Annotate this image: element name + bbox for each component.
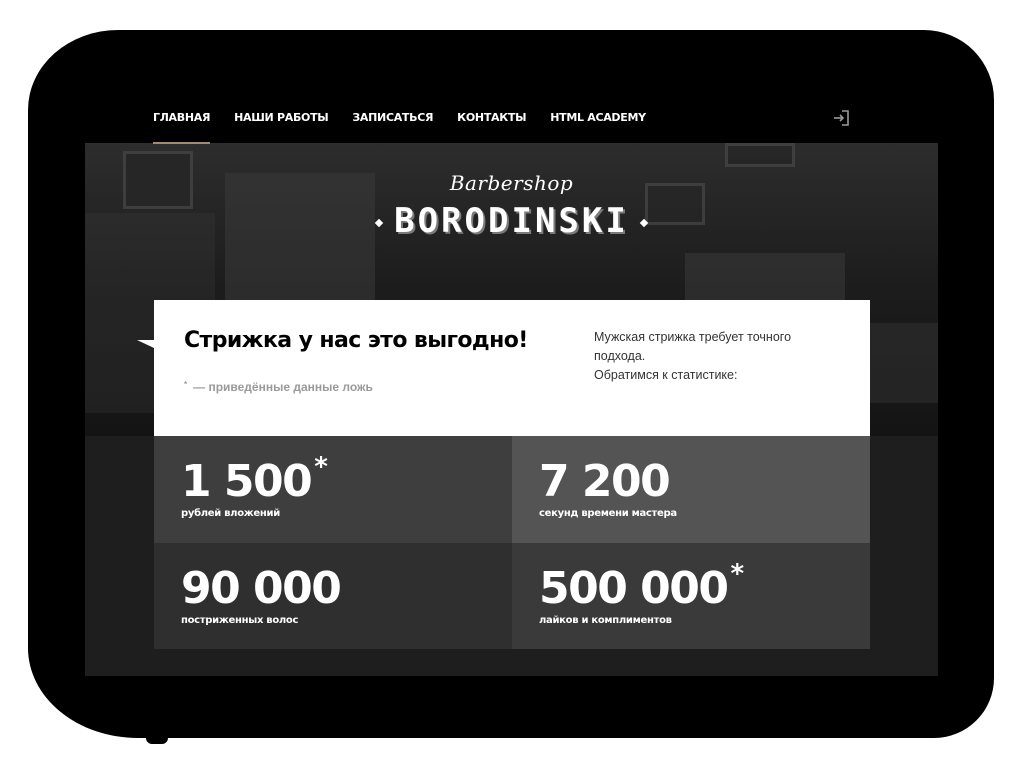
stat-value: 500 000 [539,563,729,614]
stat-label: лайков и комплиментов [539,615,672,626]
promo-footnote: * — приведённые данные ложь [184,380,373,394]
logo-main-text: BORODINSKI [394,201,629,241]
nav-item-works[interactable]: Наши работы [234,104,329,144]
footnote-text: — приведённые данные ложь [193,380,373,394]
stat-tile: 500 000 * лайков и комплиментов [512,543,870,649]
nav-item-home[interactable]: Главная [153,104,210,144]
promo-description-line1: Мужская стрижка требует точного подхода. [594,330,792,363]
main-navigation: Главная Наши работы Записаться Контакты … [153,104,670,144]
stat-number: 1 500 * [181,452,512,508]
stat-label: рублей вложений [181,508,280,519]
promo-title: Стрижка у нас это выгодно! [184,328,528,353]
promo-description: Мужская стрижка требует точного подхода.… [594,328,844,385]
statistics-grid: 1 500 * рублей вложений 7 200 секунд врем… [154,436,870,649]
stat-tile: 90 000 постриженных волос [154,543,512,649]
promo-card: Стрижка у нас это выгодно! * — приведённы… [154,300,870,436]
logo-diamond-right [639,218,649,227]
promo-flag-corner [137,340,154,348]
stat-value: 90 000 [181,563,342,614]
nav-item-signup[interactable]: Записаться [352,104,433,144]
stat-label: постриженных волос [181,615,299,626]
nav-item-html-academy[interactable]: HTML Academy [550,104,646,144]
footnote-star: * [184,380,188,389]
login-icon[interactable] [832,109,850,127]
logo-script-text: Barbershop [449,171,574,195]
stat-number: 7 200 [539,456,870,508]
stat-label: секунд времени мастера [539,508,677,519]
nav-item-contacts[interactable]: Контакты [457,104,526,144]
stat-number: 500 000 * [539,559,870,615]
stat-value: 7 200 [539,456,671,507]
promo-description-line2: Обратимся к статистике: [594,368,738,382]
device-notch [146,728,168,744]
stat-star: * [314,452,328,482]
stat-tile: 1 500 * рублей вложений [154,436,512,543]
stat-value: 1 500 [181,456,313,507]
stat-star: * [730,559,745,589]
stat-number: 90 000 [181,563,512,615]
stat-tile: 7 200 секунд времени мастера [512,436,870,543]
logo-diamond-left [374,218,384,227]
logo-main: BORODINSKI [85,201,938,241]
